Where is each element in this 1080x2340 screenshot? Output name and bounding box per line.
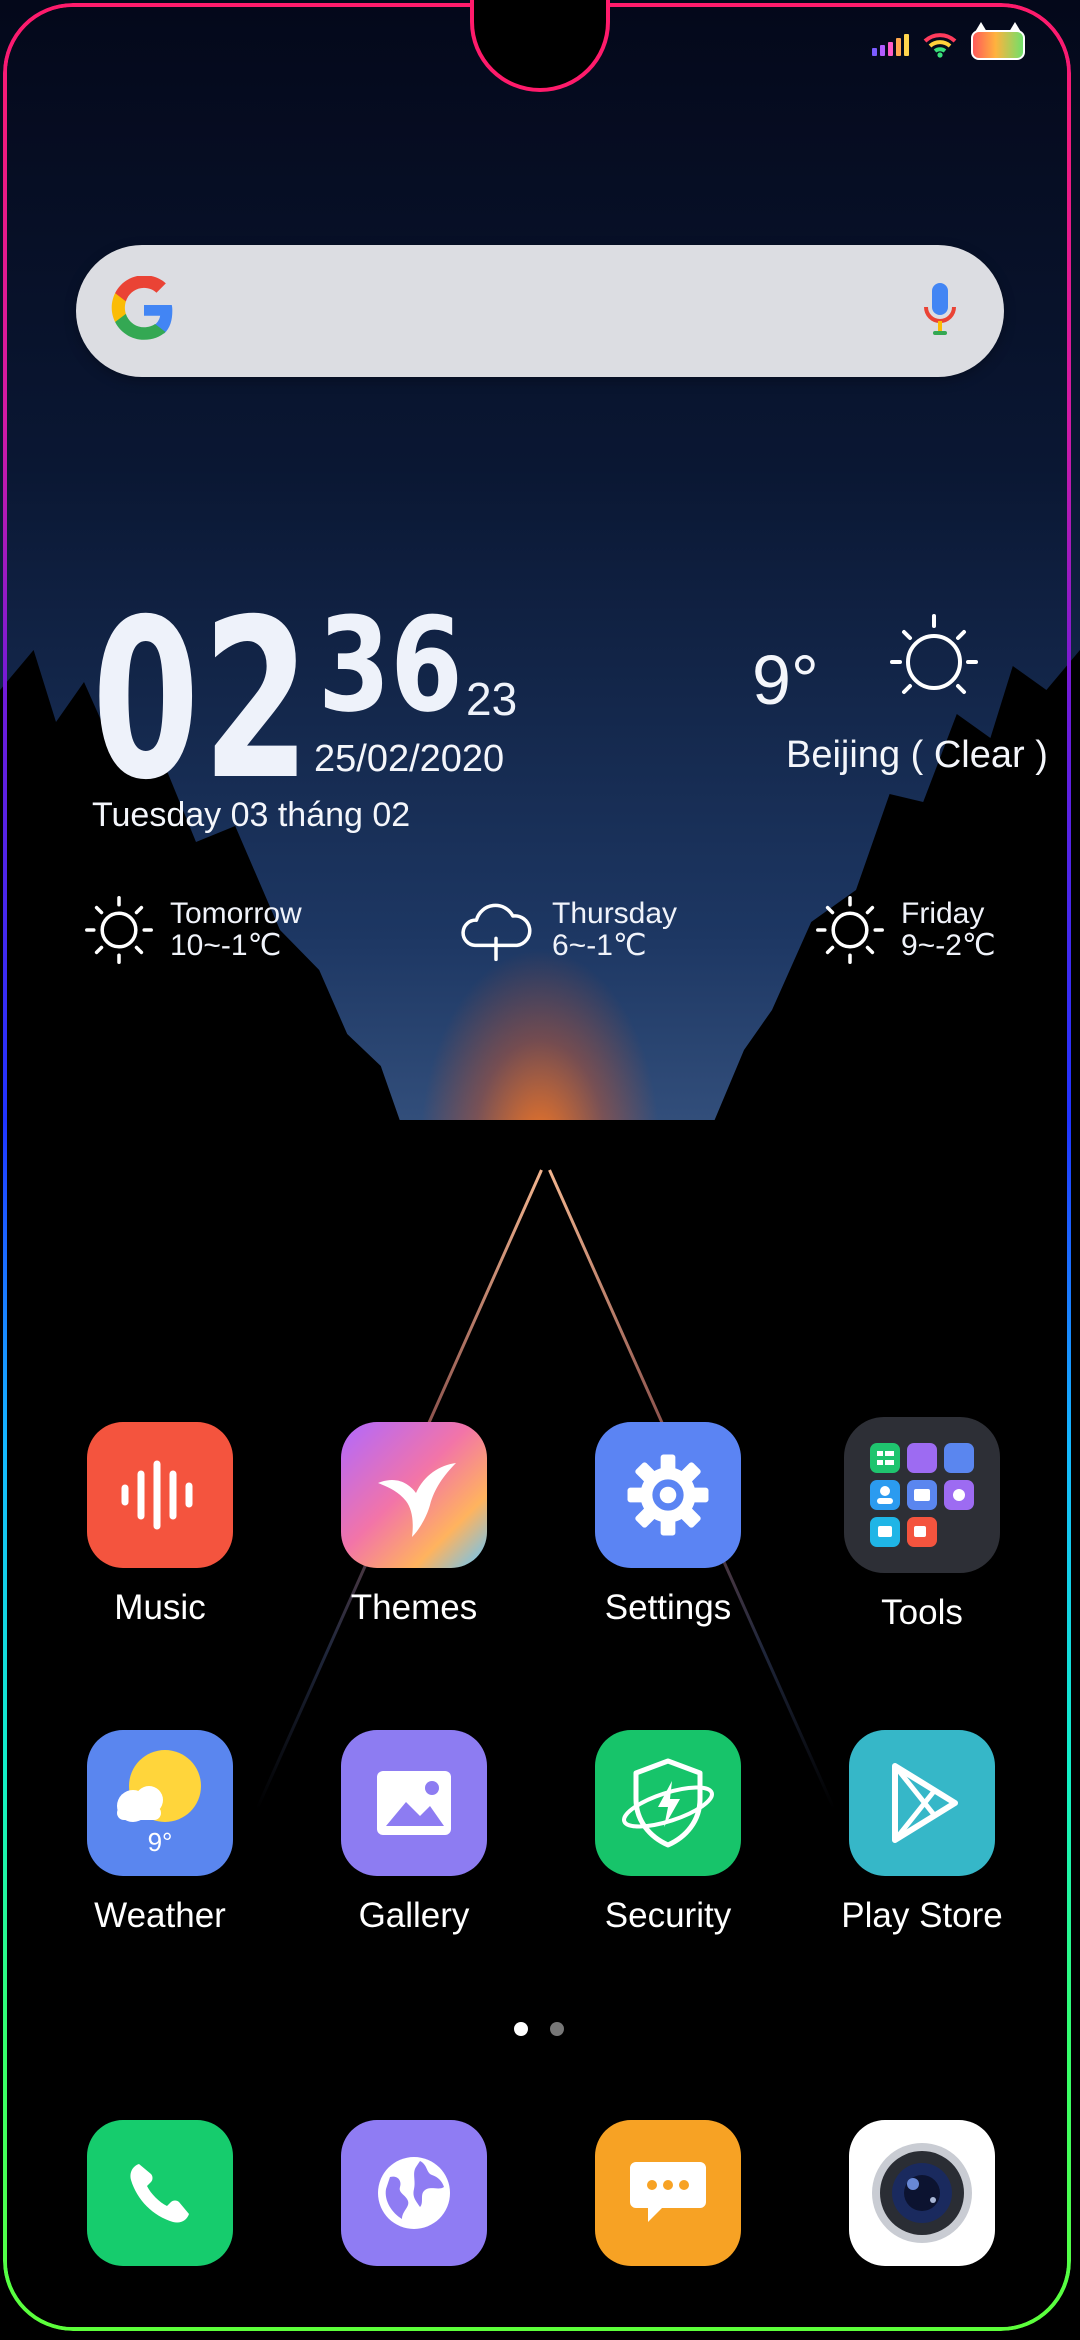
forecast-range: 9~-2℃ — [901, 929, 996, 962]
weather-app-badge: 9° — [147, 1827, 173, 1857]
forecast-range: 10~-1℃ — [170, 929, 282, 962]
music-icon — [87, 1422, 233, 1568]
shield-icon — [595, 1730, 741, 1876]
app-themes[interactable]: Themes — [304, 1422, 524, 1628]
forecast-day-label: Tomorrow — [170, 896, 302, 930]
app-label: Themes — [350, 1588, 478, 1627]
rain-cloud-icon — [461, 903, 532, 962]
themes-icon — [341, 1422, 487, 1568]
clock-second: 23 — [466, 673, 518, 725]
app-play-store[interactable]: Play Store — [812, 1730, 1032, 1936]
sun-icon — [890, 614, 978, 694]
forecast-day-2: Thursday 6~-1℃ — [456, 895, 677, 965]
settings-gear-icon — [595, 1422, 741, 1568]
forecast-day-label: Friday — [901, 896, 985, 930]
page-indicator[interactable] — [514, 2022, 564, 2036]
mic-icon[interactable] — [922, 281, 958, 341]
signal-icon — [872, 34, 909, 56]
gallery-icon — [341, 1730, 487, 1876]
folder-icon — [844, 1417, 1000, 1573]
dock-phone[interactable] — [50, 2120, 270, 2266]
app-label: Play Store — [841, 1896, 1003, 1935]
forecast-range: 6~-1℃ — [552, 929, 647, 962]
battery-icon — [971, 22, 1025, 60]
app-music[interactable]: Music — [50, 1422, 270, 1628]
app-settings[interactable]: Settings — [558, 1422, 778, 1628]
app-label: Security — [604, 1896, 732, 1935]
app-label: Weather — [94, 1896, 226, 1935]
globe-icon — [341, 2120, 487, 2266]
message-bubble-icon — [595, 2120, 741, 2266]
dock-messages[interactable] — [558, 2120, 778, 2266]
sun-icon — [816, 896, 884, 964]
app-security[interactable]: Security — [558, 1730, 778, 1936]
app-label: Music — [114, 1588, 206, 1627]
phone-icon — [87, 2120, 233, 2266]
google-logo-icon — [111, 276, 173, 340]
forecast-day-1: Tomorrow 10~-1℃ — [84, 895, 302, 965]
app-gallery[interactable]: Gallery — [304, 1730, 524, 1936]
weather-city: Beijing ( Clear ) — [786, 734, 1048, 776]
folder-label: Tools — [881, 1593, 963, 1632]
play-store-icon — [849, 1730, 995, 1876]
wifi-icon — [923, 33, 957, 58]
clock-minute[interactable]: 36 — [318, 600, 463, 730]
app-weather[interactable]: 9° Weather — [50, 1730, 270, 1936]
lunar-date: Tuesday 03 tháng 02 — [92, 796, 411, 834]
clock-date: 25/02/2020 — [314, 738, 505, 780]
current-temperature[interactable]: 9° — [752, 640, 819, 720]
dock-browser[interactable] — [304, 2120, 524, 2266]
weather-app-icon: 9° — [87, 1730, 233, 1876]
folder-tools[interactable]: Tools — [812, 1417, 1032, 1633]
forecast-day-label: Thursday — [552, 896, 678, 930]
sun-icon — [85, 896, 153, 964]
app-label: Gallery — [358, 1896, 470, 1935]
clock-hour[interactable]: 02 — [92, 590, 313, 810]
dock-camera[interactable] — [812, 2120, 1032, 2266]
status-bar — [872, 22, 1025, 60]
page-dot-active[interactable] — [514, 2022, 528, 2036]
google-search-bar[interactable] — [76, 245, 1004, 377]
app-label: Settings — [604, 1588, 732, 1627]
camera-lens-icon — [849, 2120, 995, 2266]
page-dot[interactable] — [550, 2022, 564, 2036]
forecast-day-3: Friday 9~-2℃ — [815, 895, 996, 965]
